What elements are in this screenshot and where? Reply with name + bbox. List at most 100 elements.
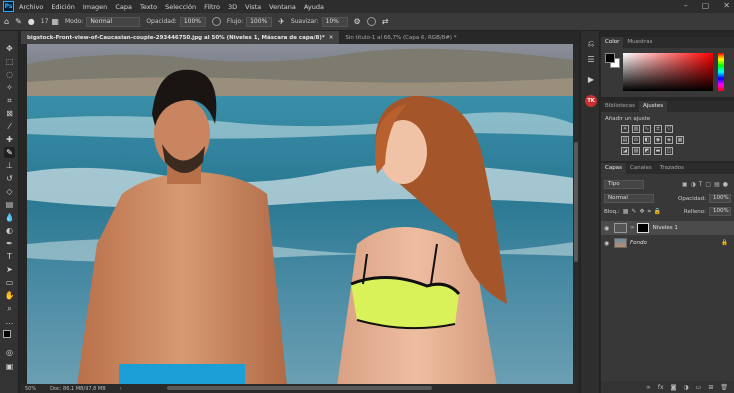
path-select-icon[interactable]: ➤	[4, 264, 15, 275]
gradient-map-icon[interactable]: ▬	[654, 147, 662, 155]
maximize-icon[interactable]: ▢	[702, 1, 710, 10]
link-layers-icon[interactable]: ∞	[646, 384, 651, 391]
symmetry-icon[interactable]: ⇄	[382, 17, 389, 26]
layer-filter-select[interactable]: Tipo	[604, 180, 644, 189]
lasso-icon[interactable]: ◌	[4, 69, 15, 80]
tab-libraries[interactable]: Bibliotecas	[601, 101, 639, 112]
shape-icon[interactable]: ▭	[4, 277, 15, 288]
new-adjustment-icon[interactable]: ◑	[683, 384, 688, 391]
posterize-icon[interactable]: ▨	[632, 147, 640, 155]
menu-vista[interactable]: Vista	[245, 3, 261, 11]
tab-document-2[interactable]: Sin título-1 al 66,7% (Capa 6, RGB/8#) *	[339, 31, 462, 44]
vertical-scrollbar[interactable]	[573, 44, 579, 384]
actions-panel-icon[interactable]: ▶	[586, 75, 596, 85]
menu-edicion[interactable]: Edición	[51, 3, 75, 11]
foreground-swatch[interactable]	[3, 330, 11, 338]
frame-icon[interactable]: ⊠	[4, 108, 15, 119]
menu-3d[interactable]: 3D	[228, 3, 237, 11]
status-arrow-icon[interactable]: ›	[120, 386, 122, 392]
eye-icon[interactable]: ◉	[604, 225, 614, 232]
brush-tip-icon[interactable]: ●	[28, 17, 35, 26]
brush-settings-icon[interactable]: ▦	[51, 17, 59, 26]
stamp-icon[interactable]: ⊥	[4, 160, 15, 171]
healing-icon[interactable]: ✚	[4, 134, 15, 145]
color-picker-field[interactable]	[623, 53, 713, 91]
crop-icon[interactable]: ⌗	[4, 95, 15, 106]
vertical-scroll-thumb[interactable]	[574, 142, 578, 262]
zoom-level[interactable]: 50%	[25, 386, 36, 392]
menu-seleccion[interactable]: Selección	[165, 3, 196, 11]
photo-filter-icon[interactable]: ◉	[654, 136, 662, 144]
menu-ventana[interactable]: Ventana	[269, 3, 296, 11]
blur-icon[interactable]: 💧	[4, 212, 15, 223]
history-panel-icon[interactable]: ⎌	[586, 39, 596, 49]
hand-icon[interactable]: ✋	[4, 290, 15, 301]
blend-mode-select[interactable]: Normal	[604, 194, 654, 203]
foreground-color-swatch[interactable]	[605, 53, 615, 63]
close-icon[interactable]: ✕	[723, 1, 730, 10]
tab-close-icon[interactable]: ✕	[329, 35, 334, 41]
menu-archivo[interactable]: Archivo	[19, 3, 43, 11]
pressure-size-icon[interactable]	[366, 17, 376, 26]
pressure-opacity-icon[interactable]	[211, 17, 221, 26]
fill-input[interactable]: 100%	[709, 207, 731, 216]
brush-icon[interactable]: ✎	[4, 147, 15, 158]
hue-saturation-icon[interactable]: ▤	[621, 136, 629, 144]
menu-ayuda[interactable]: Ayuda	[304, 3, 324, 11]
smoothing-input[interactable]: 10%	[321, 16, 348, 27]
type-icon[interactable]: T	[4, 251, 15, 262]
menu-filtro[interactable]: Filtro	[204, 3, 220, 11]
gradient-icon[interactable]: ▤	[4, 199, 15, 210]
menu-capa[interactable]: Capa	[115, 3, 132, 11]
threshold-icon[interactable]: ◩	[643, 147, 651, 155]
menu-imagen[interactable]: Imagen	[83, 3, 107, 11]
layer-opacity-input[interactable]: 100%	[709, 194, 731, 203]
new-group-icon[interactable]: ▭	[696, 384, 702, 391]
selective-color-icon[interactable]: ◫	[665, 147, 673, 155]
mode-select[interactable]: Normal	[86, 16, 141, 27]
move-icon[interactable]: ✥	[4, 43, 15, 54]
new-layer-icon[interactable]: ⊞	[708, 384, 713, 391]
history-brush-icon[interactable]: ↺	[4, 173, 15, 184]
color-balance-icon[interactable]: ⚖	[632, 136, 640, 144]
dodge-icon[interactable]: ◐	[4, 225, 15, 236]
tab-color[interactable]: Color	[601, 37, 624, 48]
channel-mixer-icon[interactable]: ◈	[665, 136, 673, 144]
levels-icon[interactable]: ▥	[632, 125, 640, 133]
add-mask-icon[interactable]: ◙	[671, 384, 677, 391]
pen-icon[interactable]: ✒	[4, 238, 15, 249]
tab-adjustments[interactable]: Ajustes	[639, 101, 668, 112]
color-lookup-icon[interactable]: ▦	[676, 136, 684, 144]
screen-mode-icon[interactable]: ▣	[4, 361, 15, 372]
brush-preset-icon[interactable]: ✎	[15, 17, 22, 26]
quick-select-icon[interactable]: ✧	[4, 82, 15, 93]
airbrush-icon[interactable]: ✈	[278, 17, 285, 26]
vibrance-icon[interactable]: ▽	[665, 125, 673, 133]
marquee-icon[interactable]: ⬚	[4, 56, 15, 67]
layer-mask-thumb[interactable]	[636, 223, 649, 233]
quick-mask-icon[interactable]: ◎	[4, 347, 15, 358]
tab-document-1[interactable]: bigstock-Front-view-of-Caucasian-couple-…	[21, 31, 340, 44]
properties-panel-icon[interactable]: ☰	[586, 55, 596, 65]
document-canvas[interactable]	[27, 44, 574, 386]
tab-swatches[interactable]: Muestras	[623, 37, 656, 48]
layer-row-background[interactable]: ◉ Fondo 🔒	[601, 236, 734, 250]
curves-icon[interactable]: ∿	[643, 125, 651, 133]
horizontal-scroll-thumb[interactable]	[167, 386, 432, 390]
eyedropper-icon[interactable]: ⁄	[4, 121, 15, 132]
brightness-icon[interactable]: ☀	[621, 125, 629, 133]
flow-input[interactable]: 100%	[246, 16, 273, 27]
home-icon[interactable]: ⌂	[4, 17, 9, 26]
filter-icons[interactable]: ▣◑T▢▤●	[682, 181, 731, 188]
tab-paths[interactable]: Trazados	[656, 163, 688, 174]
opacity-input[interactable]: 100%	[179, 16, 206, 27]
menu-texto[interactable]: Texto	[140, 3, 157, 11]
fx-icon[interactable]: fx	[658, 384, 664, 391]
tab-layers[interactable]: Capas	[601, 163, 626, 174]
layer-row-levels[interactable]: ◉ ∞ Niveles 1	[601, 221, 734, 235]
hue-slider[interactable]	[718, 53, 724, 91]
black-white-icon[interactable]: ◧	[643, 136, 651, 144]
delete-layer-icon[interactable]: 🗑	[720, 384, 728, 391]
eye-icon[interactable]: ◉	[604, 240, 614, 247]
eraser-icon[interactable]: ◇	[4, 186, 15, 197]
